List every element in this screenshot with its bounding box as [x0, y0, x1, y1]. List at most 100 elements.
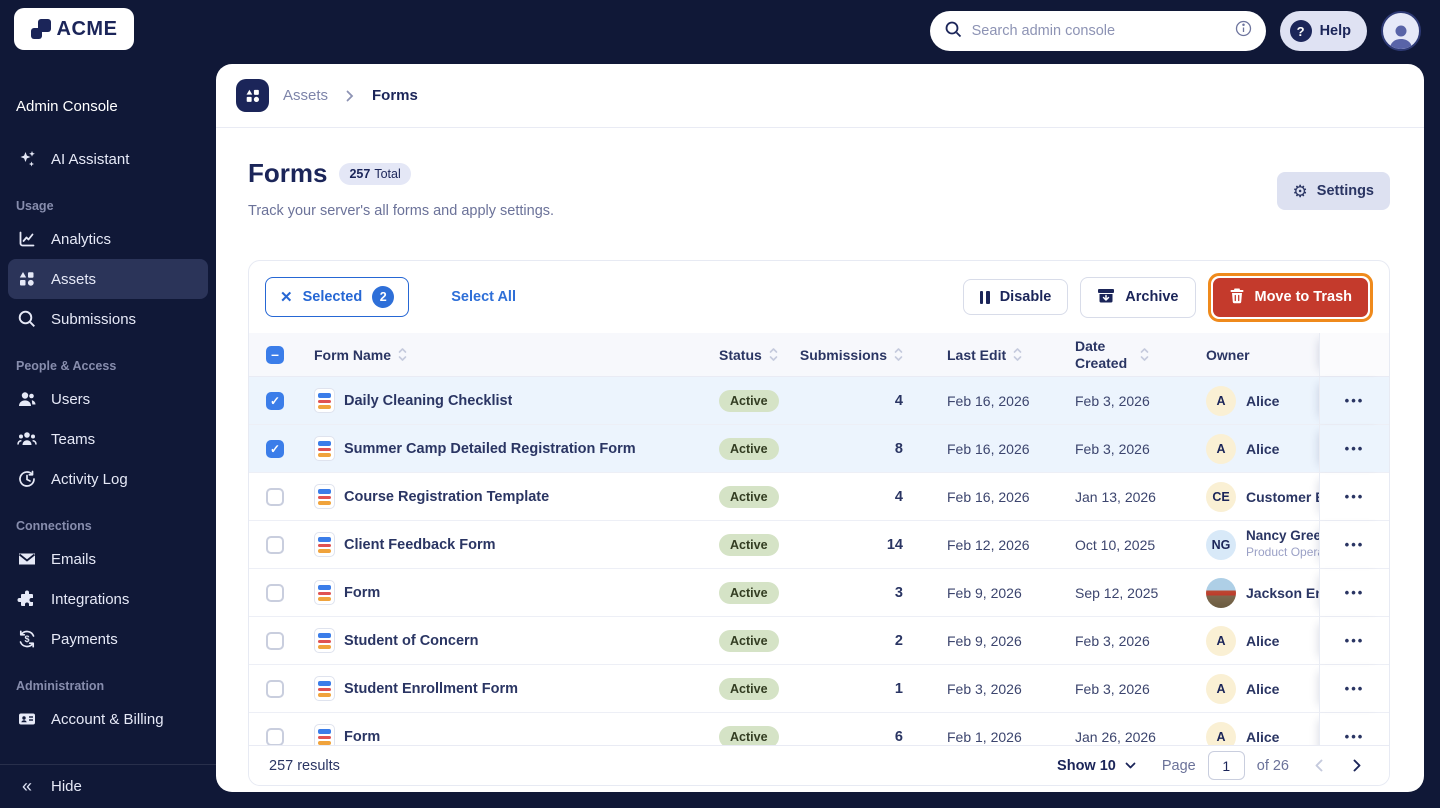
- form-name[interactable]: Student Enrollment Form: [344, 681, 518, 697]
- breadcrumb-assets[interactable]: Assets: [283, 87, 328, 104]
- row-actions-button[interactable]: •••: [1319, 521, 1389, 568]
- date-created: Jan 13, 2026: [1075, 488, 1156, 505]
- row-checkbox[interactable]: [266, 535, 284, 554]
- row-checkbox[interactable]: [266, 727, 284, 745]
- row-actions-button[interactable]: •••: [1319, 665, 1389, 712]
- owner-avatar: CE: [1206, 481, 1236, 512]
- move-to-trash-button[interactable]: Move to Trash: [1212, 277, 1368, 317]
- sidebar-item-emails[interactable]: Emails: [0, 539, 216, 579]
- last-edit-date: Feb 16, 2026: [947, 488, 1030, 505]
- gear-icon: ⚙: [1292, 181, 1308, 201]
- acme-logo[interactable]: ACME: [14, 8, 134, 50]
- table-row: Form Active 3 Feb 9, 2026 Sep 12, 2025 J…: [249, 569, 1389, 617]
- integrations-puzzle-icon: [16, 589, 38, 609]
- column-header-form-name[interactable]: Form Name: [301, 347, 719, 363]
- table-header-row: Form Name Status Submissions Last Edit D…: [249, 333, 1389, 377]
- row-checkbox[interactable]: [266, 391, 284, 410]
- page-subtitle: Track your server's all forms and apply …: [248, 203, 555, 219]
- results-count: 257 results: [269, 757, 340, 774]
- sidebar-item-assets[interactable]: Assets: [8, 259, 208, 299]
- form-name[interactable]: Client Feedback Form: [344, 537, 495, 553]
- clear-selection-button[interactable]: ✕ Selected 2: [265, 277, 410, 317]
- search-input[interactable]: [971, 23, 1225, 39]
- sidebar-item-label: Teams: [51, 430, 96, 448]
- row-actions-button[interactable]: •••: [1319, 425, 1389, 472]
- ellipsis-icon: •••: [1344, 729, 1365, 744]
- form-name[interactable]: Student of Concern: [344, 633, 479, 649]
- status-badge: Active: [719, 389, 779, 412]
- ellipsis-icon: •••: [1344, 441, 1365, 456]
- ellipsis-icon: •••: [1344, 585, 1365, 600]
- row-actions-button[interactable]: •••: [1319, 377, 1389, 424]
- sidebar-hide-button[interactable]: « Hide: [0, 764, 216, 808]
- ellipsis-icon: •••: [1344, 393, 1365, 408]
- info-icon[interactable]: [1235, 20, 1252, 42]
- sidebar-item-teams[interactable]: Teams: [0, 419, 216, 459]
- section-label-administration: Administration: [16, 679, 105, 693]
- users-icon: [16, 389, 38, 409]
- sidebar-item-ai-assistant[interactable]: AI Assistant: [0, 139, 216, 179]
- select-all-checkbox[interactable]: [266, 345, 284, 364]
- pagination-footer: 257 results Show 10 Page of 26: [249, 745, 1389, 785]
- column-label: Status: [719, 346, 762, 363]
- row-checkbox[interactable]: [266, 439, 284, 458]
- form-name[interactable]: Form: [344, 585, 380, 601]
- owner-name: Alice: [1246, 680, 1280, 697]
- help-button[interactable]: ? Help: [1279, 11, 1367, 51]
- sidebar-item-account-billing[interactable]: Account & Billing: [0, 699, 216, 739]
- row-checkbox[interactable]: [266, 583, 284, 602]
- section-label-usage: Usage: [16, 199, 54, 213]
- sidebar-item-users[interactable]: Users: [0, 379, 216, 419]
- sidebar-item-label: AI Assistant: [51, 150, 130, 168]
- settings-label: Settings: [1316, 183, 1374, 199]
- previous-page-button[interactable]: [1315, 759, 1323, 772]
- user-avatar[interactable]: [1381, 11, 1421, 51]
- submissions-count: 14: [886, 536, 903, 553]
- page-size-select[interactable]: Show 10: [1057, 758, 1136, 774]
- sort-icon: [1140, 348, 1149, 361]
- column-label: Last Edit: [947, 346, 1007, 363]
- column-header-owner[interactable]: Owner: [1184, 347, 1319, 363]
- admin-search[interactable]: [929, 11, 1266, 51]
- form-name[interactable]: Summer Camp Detailed Registration Form: [344, 441, 636, 457]
- form-name[interactable]: Daily Cleaning Checklist: [344, 393, 512, 409]
- row-checkbox[interactable]: [266, 631, 284, 650]
- forms-panel: ✕ Selected 2 Select All Disable Archive: [248, 260, 1390, 786]
- column-header-submissions[interactable]: Submissions: [777, 347, 919, 363]
- page-number-input[interactable]: [1207, 751, 1245, 780]
- acme-logo-icon: [30, 19, 51, 39]
- date-created: Jan 26, 2026: [1075, 728, 1156, 745]
- column-header-date-created[interactable]: Date Created: [1049, 338, 1184, 371]
- form-name[interactable]: Course Registration Template: [344, 489, 549, 505]
- page-label: Page: [1161, 757, 1196, 774]
- sidebar-item-activity-log[interactable]: Activity Log: [0, 459, 216, 499]
- settings-button[interactable]: ⚙ Settings: [1276, 172, 1390, 210]
- activity-log-icon: [16, 469, 38, 489]
- submissions-count: 4: [894, 488, 903, 505]
- status-badge: Active: [719, 629, 779, 652]
- select-all-link[interactable]: Select All: [451, 289, 516, 305]
- row-checkbox[interactable]: [266, 487, 284, 506]
- owner-avatar: A: [1206, 721, 1236, 745]
- sidebar-item-analytics[interactable]: Analytics: [0, 219, 216, 259]
- sidebar-item-submissions[interactable]: Submissions: [0, 299, 216, 339]
- row-checkbox[interactable]: [266, 679, 284, 698]
- row-actions-button[interactable]: •••: [1319, 713, 1389, 745]
- form-name[interactable]: Form: [344, 729, 380, 745]
- table-row: Client Feedback Form Active 14 Feb 12, 2…: [249, 521, 1389, 569]
- row-actions-button[interactable]: •••: [1319, 473, 1389, 520]
- forms-table: Form Name Status Submissions Last Edit D…: [249, 333, 1389, 745]
- disable-button[interactable]: Disable: [962, 279, 1069, 315]
- next-page-button[interactable]: [1353, 759, 1361, 772]
- archive-label: Archive: [1125, 289, 1179, 305]
- owner-avatar: A: [1206, 673, 1236, 704]
- archive-button[interactable]: Archive: [1080, 276, 1196, 318]
- row-actions-button[interactable]: •••: [1319, 569, 1389, 616]
- sidebar-item-integrations[interactable]: Integrations: [0, 579, 216, 619]
- submissions-count: 6: [894, 728, 903, 745]
- sidebar: Admin Console AI Assistant Usage Analyti…: [0, 62, 216, 808]
- row-actions-button[interactable]: •••: [1319, 617, 1389, 664]
- sidebar-item-payments[interactable]: $ Payments: [0, 619, 216, 659]
- owner-name: Jackson Enter: [1246, 584, 1319, 601]
- column-header-last-edit[interactable]: Last Edit: [919, 347, 1049, 363]
